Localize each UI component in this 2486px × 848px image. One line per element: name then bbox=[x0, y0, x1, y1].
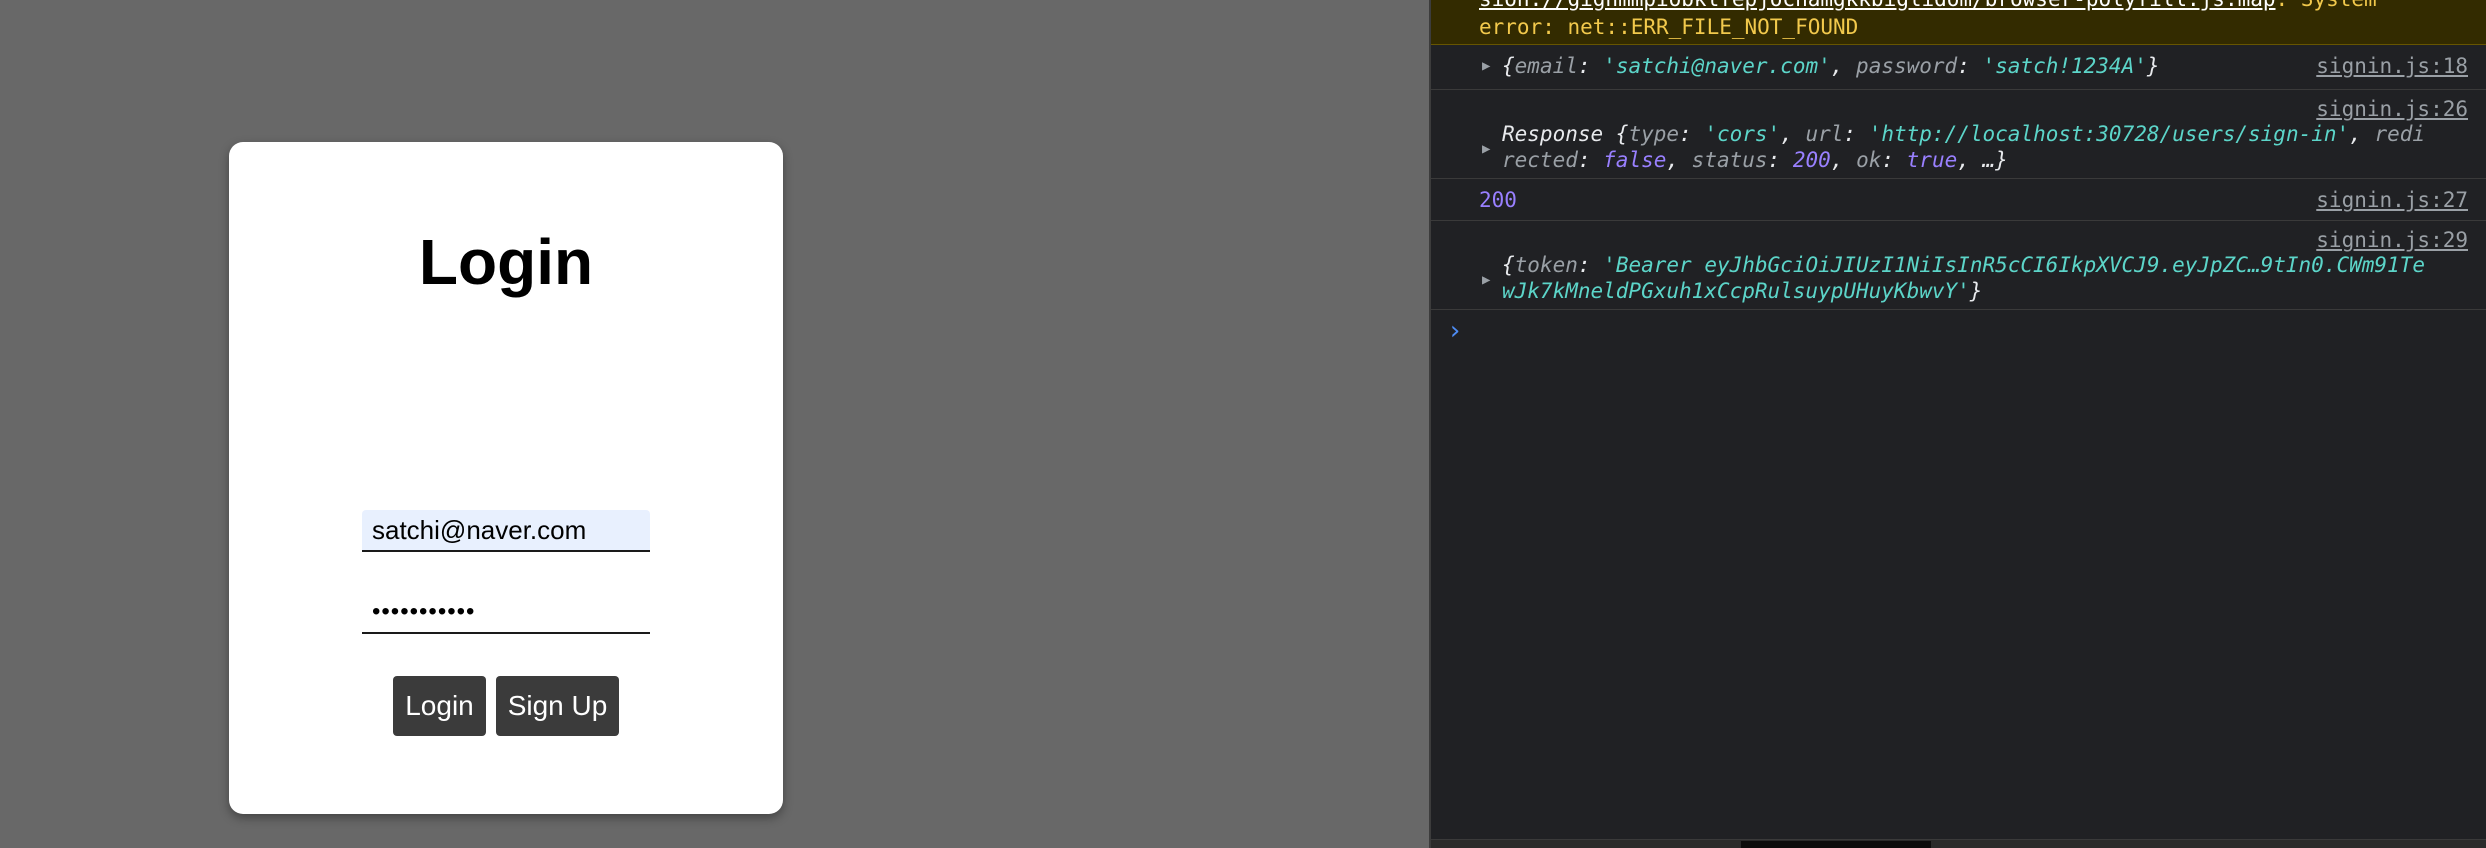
horizontal-scrollbar[interactable] bbox=[1431, 839, 2486, 848]
login-button[interactable]: Login bbox=[393, 676, 486, 736]
source-link[interactable]: signin.js:26 bbox=[2316, 97, 2468, 121]
warning-source-link[interactable]: sion://gighmmpiobklfepjocnamgkkbiglidom/… bbox=[1479, 0, 2276, 11]
message-text[interactable]: {email: 'satchi@naver.com', password: 's… bbox=[1502, 54, 2160, 78]
console-message: ▶ {email: 'satchi@naver.com', password: … bbox=[1431, 46, 2486, 90]
console-warning: sion://gighmmpiobklfepjocnamgkkbiglidom/… bbox=[1431, 0, 2486, 45]
message-text[interactable]: Response {type: 'cors', url: 'http://loc… bbox=[1502, 122, 2425, 146]
triangle-right-icon[interactable]: ▶ bbox=[1482, 141, 1490, 157]
console-message: 200 signin.js:27 bbox=[1431, 180, 2486, 221]
console-message: signin.js:26 ▶ Response {type: 'cors', u… bbox=[1431, 91, 2486, 179]
triangle-right-icon[interactable]: ▶ bbox=[1482, 58, 1490, 74]
warning-text: : System bbox=[2276, 0, 2377, 11]
password-field[interactable] bbox=[362, 592, 650, 634]
login-title: Login bbox=[418, 226, 594, 298]
page-area: Login Login Sign Up bbox=[0, 0, 1429, 848]
chevron-right-icon[interactable]: › bbox=[1447, 316, 1463, 346]
triangle-right-icon[interactable]: ▶ bbox=[1482, 272, 1490, 288]
message-number: 200 bbox=[1479, 188, 1517, 212]
console-message: signin.js:29 ▶ {token: 'Bearer eyJhbGciO… bbox=[1431, 222, 2486, 310]
email-field[interactable] bbox=[362, 510, 650, 552]
signup-button[interactable]: Sign Up bbox=[496, 676, 619, 736]
login-card: Login Login Sign Up bbox=[229, 142, 783, 814]
devtools-console: sion://gighmmpiobklfepjocnamgkkbiglidom/… bbox=[1429, 0, 2486, 848]
message-text-line2[interactable]: wJk7kMneldPGxuh1xCcpRulsuypUHuyKbwvY'} bbox=[1502, 279, 1982, 303]
source-link[interactable]: signin.js:18 bbox=[2316, 54, 2468, 78]
message-text[interactable]: {token: 'Bearer eyJhbGciOiJIUzI1NiIsInR5… bbox=[1502, 253, 2425, 277]
message-text-line2[interactable]: rected: false, status: 200, ok: true, …} bbox=[1502, 148, 2008, 172]
source-link[interactable]: signin.js:29 bbox=[2316, 228, 2468, 252]
warning-text-line2: error: net::ERR_FILE_NOT_FOUND bbox=[1479, 15, 1859, 39]
source-link[interactable]: signin.js:27 bbox=[2316, 188, 2468, 212]
scrollbar-thumb[interactable] bbox=[1741, 841, 1931, 848]
